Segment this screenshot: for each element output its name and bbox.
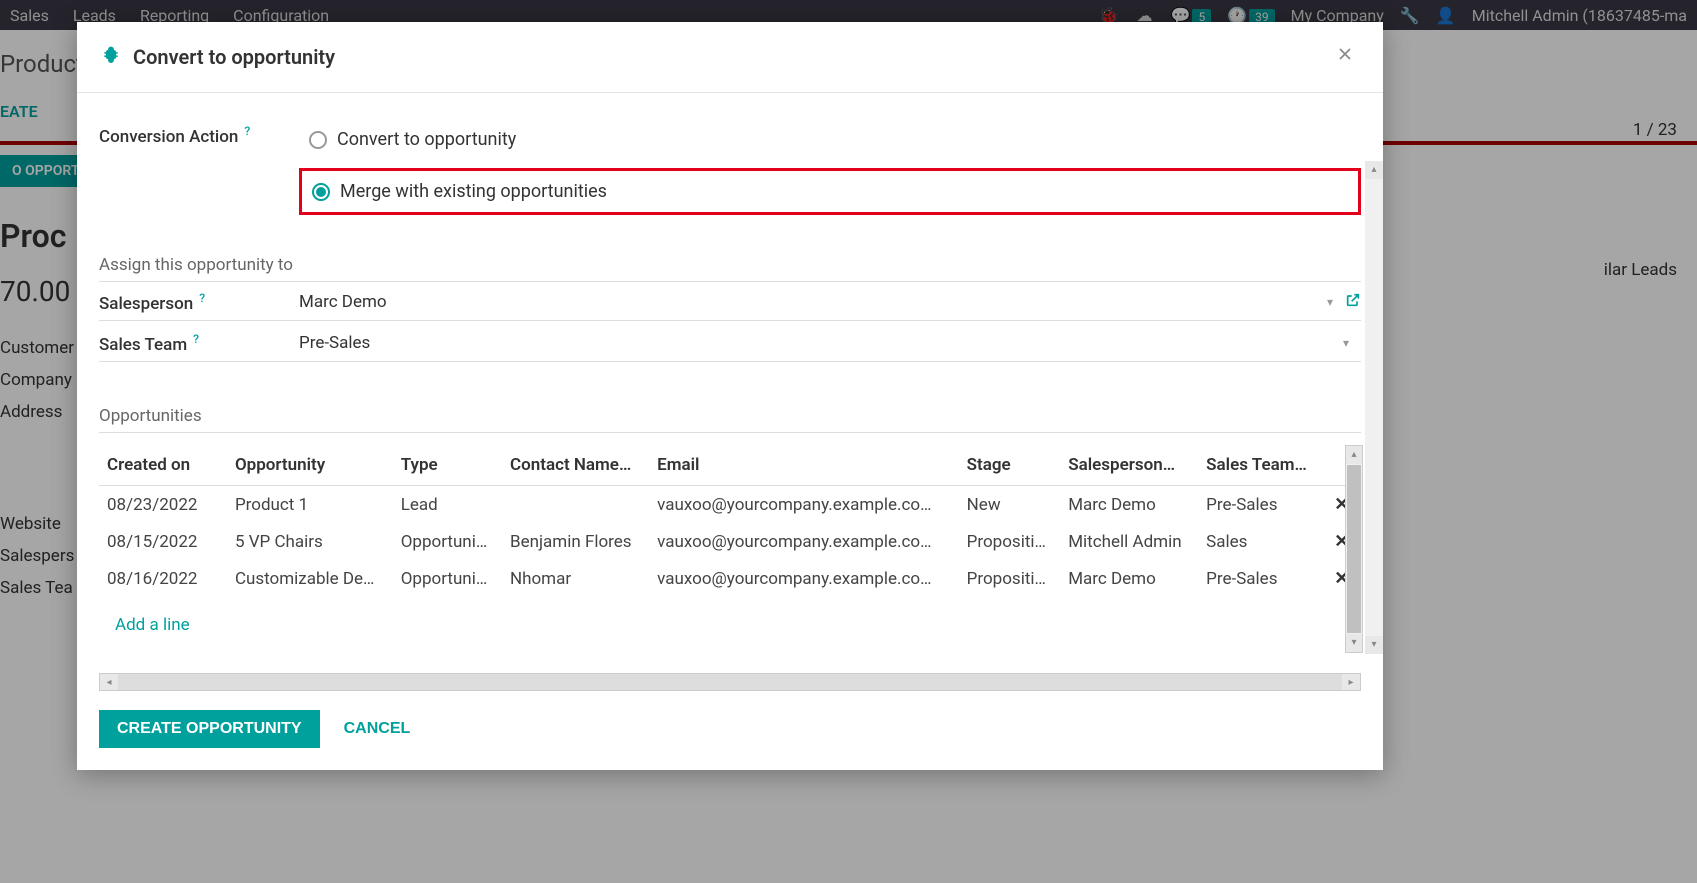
conversion-action-label: Conversion Action? — [99, 123, 299, 147]
cell-stage: Propositi… — [959, 560, 1061, 597]
modal-body: Conversion Action? Convert to opportunit… — [77, 93, 1383, 692]
help-icon[interactable]: ? — [199, 291, 205, 305]
assign-section-header: Assign this opportunity to — [99, 255, 1361, 282]
cell-contact: Nhomar — [502, 560, 649, 597]
modal-header: Convert to opportunity — [77, 22, 1383, 93]
radio-icon — [312, 183, 330, 201]
salesperson-field[interactable]: Marc Demo — [299, 292, 1315, 312]
scroll-down-icon[interactable]: ▾ — [1346, 634, 1362, 652]
close-icon[interactable] — [1331, 40, 1359, 74]
chevron-down-icon[interactable]: ▾ — [1343, 336, 1349, 350]
cell-salesperson: Marc Demo — [1060, 486, 1198, 524]
cell-stage: New — [959, 486, 1061, 524]
scroll-down-icon[interactable]: ▾ — [1365, 636, 1383, 654]
chevron-down-icon[interactable]: ▾ — [1327, 295, 1333, 309]
cell-type: Opportuni… — [393, 560, 502, 597]
col-salesteam-header[interactable]: Sales Team… — [1198, 445, 1322, 486]
radio-merge-label: Merge with existing opportunities — [340, 181, 607, 202]
col-created-header[interactable]: Created on — [99, 445, 227, 486]
scroll-left-icon[interactable]: ◂ — [100, 677, 118, 688]
help-icon[interactable]: ? — [244, 124, 250, 138]
cell-opportunity: 5 VP Chairs — [227, 523, 393, 560]
cell-created: 08/16/2022 — [99, 560, 227, 597]
opportunities-table: Created on Opportunity Type Contact Name… — [99, 445, 1361, 653]
highlight-box: Merge with existing opportunities — [299, 168, 1361, 215]
scroll-track[interactable] — [118, 674, 1342, 690]
col-type-header[interactable]: Type — [393, 445, 502, 486]
radio-convert[interactable]: Convert to opportunity — [299, 123, 1361, 156]
modal-footer: CREATE OPPORTUNITY CANCEL — [77, 692, 1383, 770]
cell-type: Opportuni… — [393, 523, 502, 560]
table-vertical-scrollbar[interactable]: ▴ ▾ — [1345, 445, 1363, 653]
cell-opportunity: Product 1 — [227, 486, 393, 524]
create-opportunity-button[interactable]: CREATE OPPORTUNITY — [99, 710, 320, 748]
external-link-icon[interactable] — [1345, 292, 1361, 313]
cell-contact: Benjamin Flores — [502, 523, 649, 560]
table-row[interactable]: 08/15/2022 5 VP Chairs Opportuni… Benjam… — [99, 523, 1361, 560]
cell-created: 08/23/2022 — [99, 486, 227, 524]
scroll-right-icon[interactable]: ▸ — [1342, 677, 1360, 688]
col-contact-header[interactable]: Contact Name… — [502, 445, 649, 486]
salesteam-field[interactable]: Pre-Sales — [299, 333, 1331, 353]
table-row[interactable]: 08/16/2022 Customizable De… Opportuni… N… — [99, 560, 1361, 597]
add-line-button[interactable]: Add a line — [107, 605, 1353, 645]
radio-icon — [309, 131, 327, 149]
opportunities-table-wrap: Created on Opportunity Type Contact Name… — [99, 445, 1361, 653]
scroll-thumb[interactable] — [1347, 465, 1361, 633]
opportunities-section-header: Opportunities — [99, 406, 1361, 433]
help-icon[interactable]: ? — [193, 332, 199, 346]
cancel-button[interactable]: CANCEL — [344, 720, 411, 738]
radio-convert-label: Convert to opportunity — [337, 129, 516, 150]
col-salesperson-header[interactable]: Salesperson… — [1060, 445, 1198, 486]
col-opportunity-header[interactable]: Opportunity — [227, 445, 393, 486]
modal-title: Convert to opportunity — [133, 45, 335, 69]
salesteam-label: Sales Team? — [99, 331, 299, 355]
cell-salesteam: Pre-Sales — [1198, 486, 1322, 524]
table-row[interactable]: 08/23/2022 Product 1 Lead vauxoo@yourcom… — [99, 486, 1361, 524]
cell-salesteam: Pre-Sales — [1198, 560, 1322, 597]
cell-stage: Propositi… — [959, 523, 1061, 560]
cell-salesperson: Marc Demo — [1060, 560, 1198, 597]
cell-opportunity: Customizable De… — [227, 560, 393, 597]
radio-merge[interactable]: Merge with existing opportunities — [310, 175, 827, 208]
cell-salesperson: Mitchell Admin — [1060, 523, 1198, 560]
horizontal-scrollbar[interactable]: ◂ ▸ — [99, 673, 1361, 691]
scroll-up-icon[interactable]: ▴ — [1346, 446, 1362, 464]
cell-created: 08/15/2022 — [99, 523, 227, 560]
cell-email: vauxoo@yourcompany.example.co… — [649, 486, 959, 524]
cell-email: vauxoo@yourcompany.example.co… — [649, 523, 959, 560]
col-stage-header[interactable]: Stage — [959, 445, 1061, 486]
cell-contact — [502, 486, 649, 524]
cell-salesteam: Sales — [1198, 523, 1322, 560]
cell-email: vauxoo@yourcompany.example.co… — [649, 560, 959, 597]
bug-icon — [101, 45, 121, 70]
convert-opportunity-modal: Convert to opportunity Conversion Action… — [77, 22, 1383, 770]
salesperson-label: Salesperson? — [99, 290, 299, 314]
scroll-up-icon[interactable]: ▴ — [1365, 161, 1383, 179]
modal-vertical-scrollbar[interactable]: ▴ ▾ — [1365, 161, 1383, 654]
col-email-header[interactable]: Email — [649, 445, 959, 486]
cell-type: Lead — [393, 486, 502, 524]
